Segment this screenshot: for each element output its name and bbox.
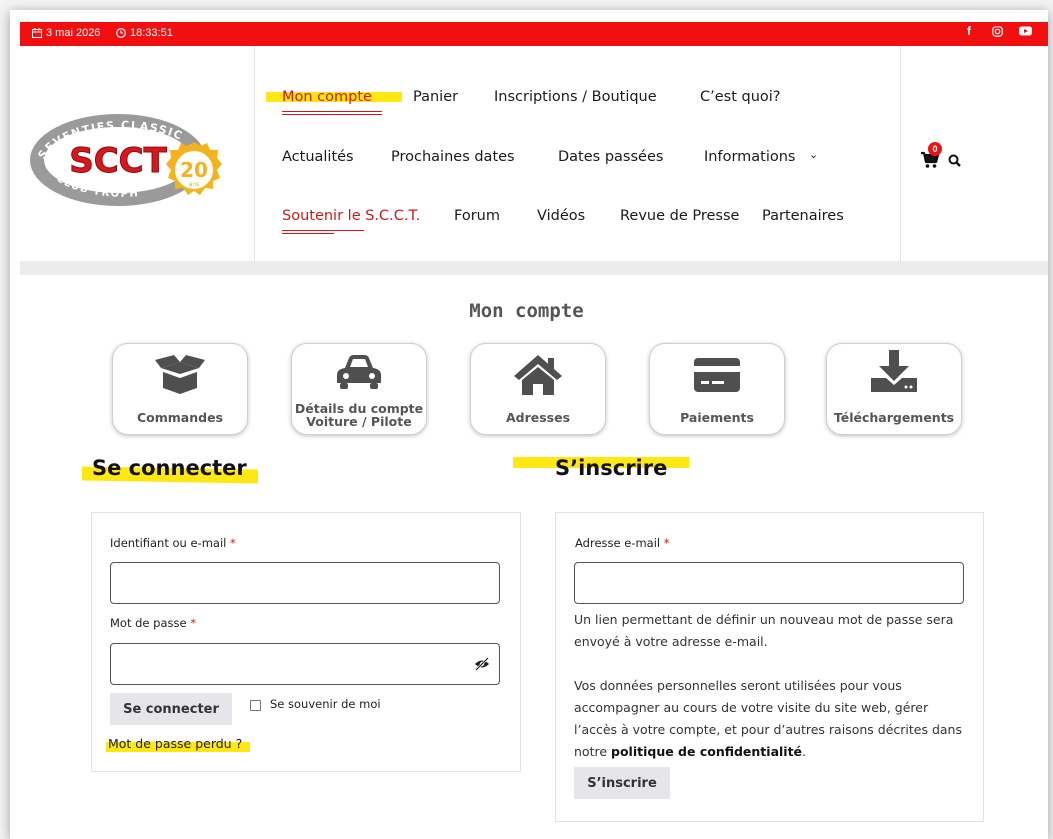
page-title: Mon compte	[469, 300, 584, 322]
password-label-text: Mot de passe	[110, 616, 187, 630]
register-info-text: Un lien permettant de définir un nouveau…	[574, 612, 954, 649]
time-block: 18:33:51	[116, 27, 173, 39]
date-block: 3 mai 2026	[32, 27, 100, 39]
cart-count-badge: 0	[928, 142, 942, 156]
calendar-icon	[32, 28, 42, 38]
email-label: Adresse e-mail *	[575, 536, 670, 550]
privacy-policy-link[interactable]: politique de confidentialité	[611, 744, 802, 759]
tile-details-compte[interactable]: Détails du compte Voiture / Pilote	[291, 343, 427, 435]
active-underline-2	[282, 114, 382, 115]
username-label: Identifiant ou e-mail *	[110, 536, 236, 550]
remember-checkbox[interactable]	[250, 700, 261, 711]
social-links: f	[962, 24, 1032, 38]
eye-slash-icon[interactable]	[474, 656, 490, 675]
top-bar: 3 mai 2026 18:33:51 f	[20, 22, 1048, 46]
nav-divider-left	[254, 46, 255, 261]
tile-label-details: Détails du compte Voiture / Pilote	[292, 402, 426, 428]
email-input[interactable]	[574, 562, 964, 604]
tile-paiements[interactable]: Paiements	[649, 343, 785, 435]
youtube-icon[interactable]	[1018, 24, 1032, 38]
username-input[interactable]	[110, 562, 500, 604]
time-text: 18:33:51	[130, 27, 173, 39]
tile-label-paiements: Paiements	[680, 410, 754, 425]
soutenir-underline-2	[282, 233, 334, 234]
logo-anniversary-unit: ans	[189, 181, 200, 188]
nav-link-revue-de-presse[interactable]: Revue de Presse	[620, 208, 739, 224]
logo-anniversary: 20	[180, 158, 208, 182]
lost-password-suffix: ?	[231, 736, 243, 751]
password-input[interactable]	[110, 643, 500, 685]
car-icon	[337, 355, 381, 389]
tile-commandes[interactable]: Commandes	[112, 343, 248, 435]
tile-label-telechargements: Téléchargements	[833, 410, 955, 425]
nav-link-mon-compte[interactable]: Mon compte	[282, 89, 372, 105]
facebook-icon[interactable]: f	[962, 24, 976, 38]
tile-adresses[interactable]: Adresses	[470, 343, 606, 435]
home-icon	[514, 355, 562, 395]
nav-link-prochaines-dates[interactable]: Prochaines dates	[391, 149, 515, 165]
nav-link-informations[interactable]: Informations	[704, 149, 796, 165]
instagram-icon[interactable]	[990, 24, 1004, 38]
clock-icon	[116, 28, 126, 38]
nav-link-partenaires[interactable]: Partenaires	[762, 208, 844, 224]
lost-password-link[interactable]: Mot de passe perdu	[108, 736, 232, 751]
required-marker: *	[190, 616, 196, 630]
active-underline	[282, 111, 382, 112]
register-submit-button[interactable]: S’inscrire	[574, 767, 670, 799]
nav-link-forum[interactable]: Forum	[454, 208, 500, 224]
soutenir-underline	[282, 230, 364, 231]
nav-link-panier[interactable]: Panier	[413, 89, 458, 105]
nav-link-videos[interactable]: Vidéos	[537, 208, 585, 224]
tile-telechargements[interactable]: Téléchargements	[826, 343, 962, 435]
scct-logo[interactable]: SEVENTIES CLASSIC CLUB TROPH SCCT 20 ans	[26, 98, 251, 218]
date-text: 3 mai 2026	[46, 27, 101, 39]
tile-label-adresses: Adresses	[505, 410, 571, 425]
tile-label-commandes: Commandes	[136, 410, 223, 425]
email-label-text: Adresse e-mail	[575, 536, 661, 550]
nav-divider-right	[900, 46, 901, 261]
required-marker: *	[230, 536, 236, 550]
search-icon[interactable]	[948, 152, 961, 171]
username-label-text: Identifiant ou e-mail	[110, 536, 227, 550]
privacy-end: .	[802, 744, 807, 759]
privacy-paragraph: Vos données personnelles seront utilisée…	[574, 675, 966, 763]
login-heading: Se connecter	[92, 456, 247, 480]
chevron-down-icon: ⌄	[809, 148, 819, 161]
nav-link-actualites[interactable]: Actualités	[282, 149, 354, 165]
login-submit-button[interactable]: Se connecter	[110, 693, 232, 725]
header-separator	[20, 261, 1048, 275]
tile-label-details-line2: Voiture / Pilote	[306, 414, 412, 429]
required-marker: *	[663, 536, 670, 550]
site-header: SEVENTIES CLASSIC CLUB TROPH SCCT 20 ans…	[20, 46, 1048, 261]
password-label: Mot de passe *	[110, 616, 196, 630]
download-icon	[871, 350, 917, 392]
remember-label[interactable]: Se souvenir de moi	[270, 697, 381, 711]
logo-letters: SCCT	[69, 141, 167, 181]
register-heading: S’inscrire	[555, 456, 668, 480]
lost-password-row: Mot de passe perdu ?	[108, 736, 242, 751]
nav-link-cest-quoi[interactable]: C’est quoi?	[700, 89, 781, 105]
nav-link-soutenir[interactable]: Soutenir le S.C.C.T.	[282, 208, 420, 224]
credit-card-icon	[694, 358, 740, 392]
nav-link-inscriptions[interactable]: Inscriptions / Boutique	[494, 89, 657, 105]
box-icon	[155, 355, 205, 394]
login-form	[91, 512, 521, 772]
nav-link-dates-passees[interactable]: Dates passées	[558, 149, 663, 165]
